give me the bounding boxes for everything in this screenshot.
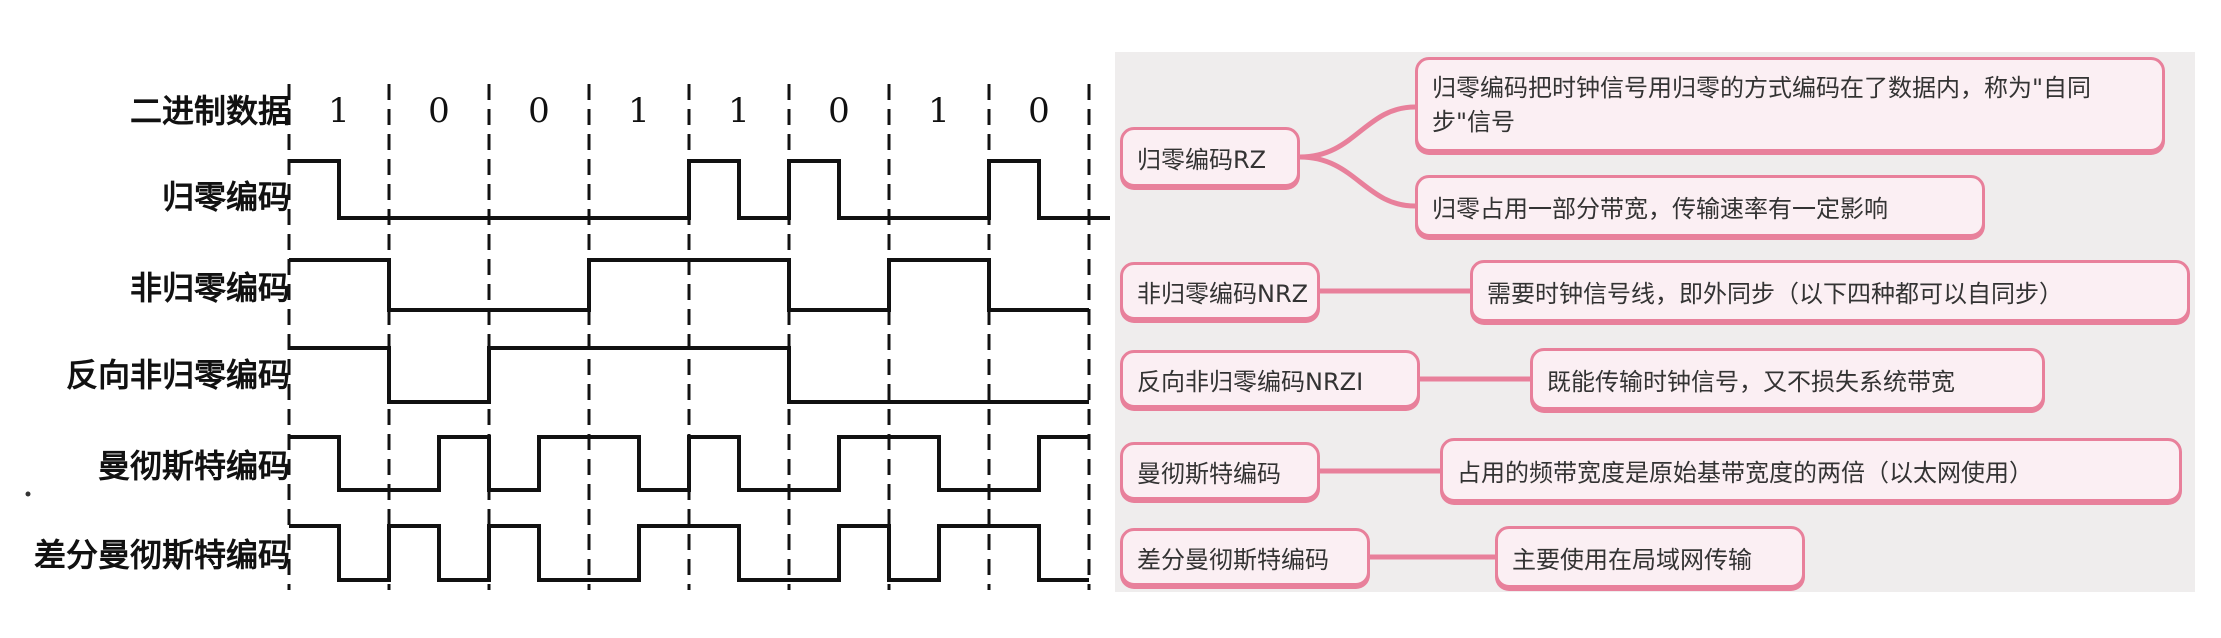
node-nrz: 非归零编码NRZ <box>1120 262 1320 320</box>
node-nrzi: 反向非归零编码NRZI <box>1120 350 1420 408</box>
note-rz-self-sync: 归零编码把时钟信号用归零的方式编码在了数据内，称为"自同步"信号 <box>1415 57 2165 152</box>
bit-digit: 1 <box>628 91 650 131</box>
waveform-manchester <box>289 435 1089 492</box>
waveform-canvas: 1 0 0 1 1 0 1 0 <box>25 84 1110 590</box>
encoding-waveform-diagram: 二进制数据 归零编码 非归零编码 反向非归零编码 曼彻斯特编码 差分曼彻斯特编码… <box>0 0 1110 638</box>
bit-digit: 0 <box>828 91 850 131</box>
connector-rz-note-1 <box>1297 104 1418 160</box>
encoding-mind-map: 归零编码RZ 非归零编码NRZ 反向非归零编码NRZI 曼彻斯特编码 差分曼彻斯… <box>1115 52 2195 592</box>
connector-rz-note-2 <box>1297 154 1418 209</box>
node-rz: 归零编码RZ <box>1120 127 1300 187</box>
note-manchester-double-bandwidth: 占用的频带宽度是原始基带宽度的两倍（以太网使用） <box>1440 438 2182 502</box>
bit-digit: 1 <box>928 91 950 131</box>
note-diff-manchester-lan: 主要使用在局域网传输 <box>1495 526 1805 588</box>
note-nrz-clock-line: 需要时钟信号线，即外同步（以下四种都可以自同步） <box>1470 260 2190 322</box>
node-diff-manchester: 差分曼彻斯特编码 <box>1120 528 1370 586</box>
node-manchester: 曼彻斯特编码 <box>1120 442 1320 500</box>
bit-digit: 1 <box>328 91 350 131</box>
bit-digit: 0 <box>428 91 450 131</box>
bit-digit: 0 <box>528 91 550 131</box>
bit-digit: 0 <box>1028 91 1050 131</box>
waveform-rz <box>289 159 1110 220</box>
bit-digit: 1 <box>728 91 750 131</box>
note-rz-bandwidth: 归零占用一部分带宽，传输速率有一定影响 <box>1415 175 1985 237</box>
scan-dot <box>25 491 31 497</box>
note-nrzi-bandwidth: 既能传输时钟信号，又不损失系统带宽 <box>1530 348 2045 410</box>
